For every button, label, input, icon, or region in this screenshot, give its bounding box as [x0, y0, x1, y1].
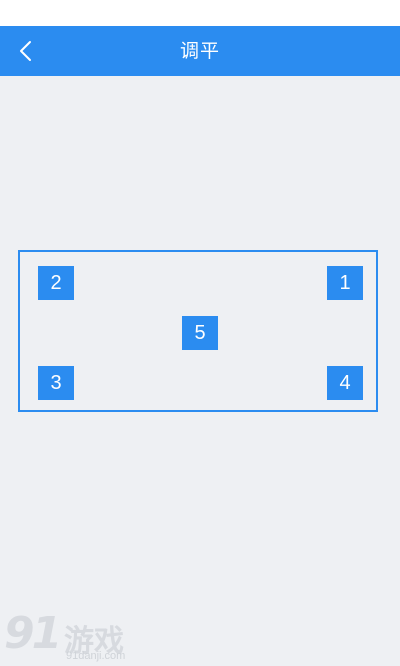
app-header: 调平	[0, 26, 400, 76]
level-point-1-button[interactable]: 1	[327, 266, 363, 300]
level-point-2-button[interactable]: 2	[38, 266, 74, 300]
watermark-domain: 91danji.com	[66, 650, 126, 662]
level-point-5-button[interactable]: 5	[182, 316, 218, 350]
level-point-4-button[interactable]: 4	[327, 366, 363, 400]
page-title: 调平	[179, 40, 220, 62]
level-point-3-button[interactable]: 3	[38, 366, 74, 400]
watermark-number: 91	[4, 608, 62, 659]
status-bar	[0, 0, 400, 26]
watermark-logo: 91 游戏 91danji.com	[0, 606, 150, 666]
leveling-frame: 2 1 5 3 4	[18, 250, 378, 412]
